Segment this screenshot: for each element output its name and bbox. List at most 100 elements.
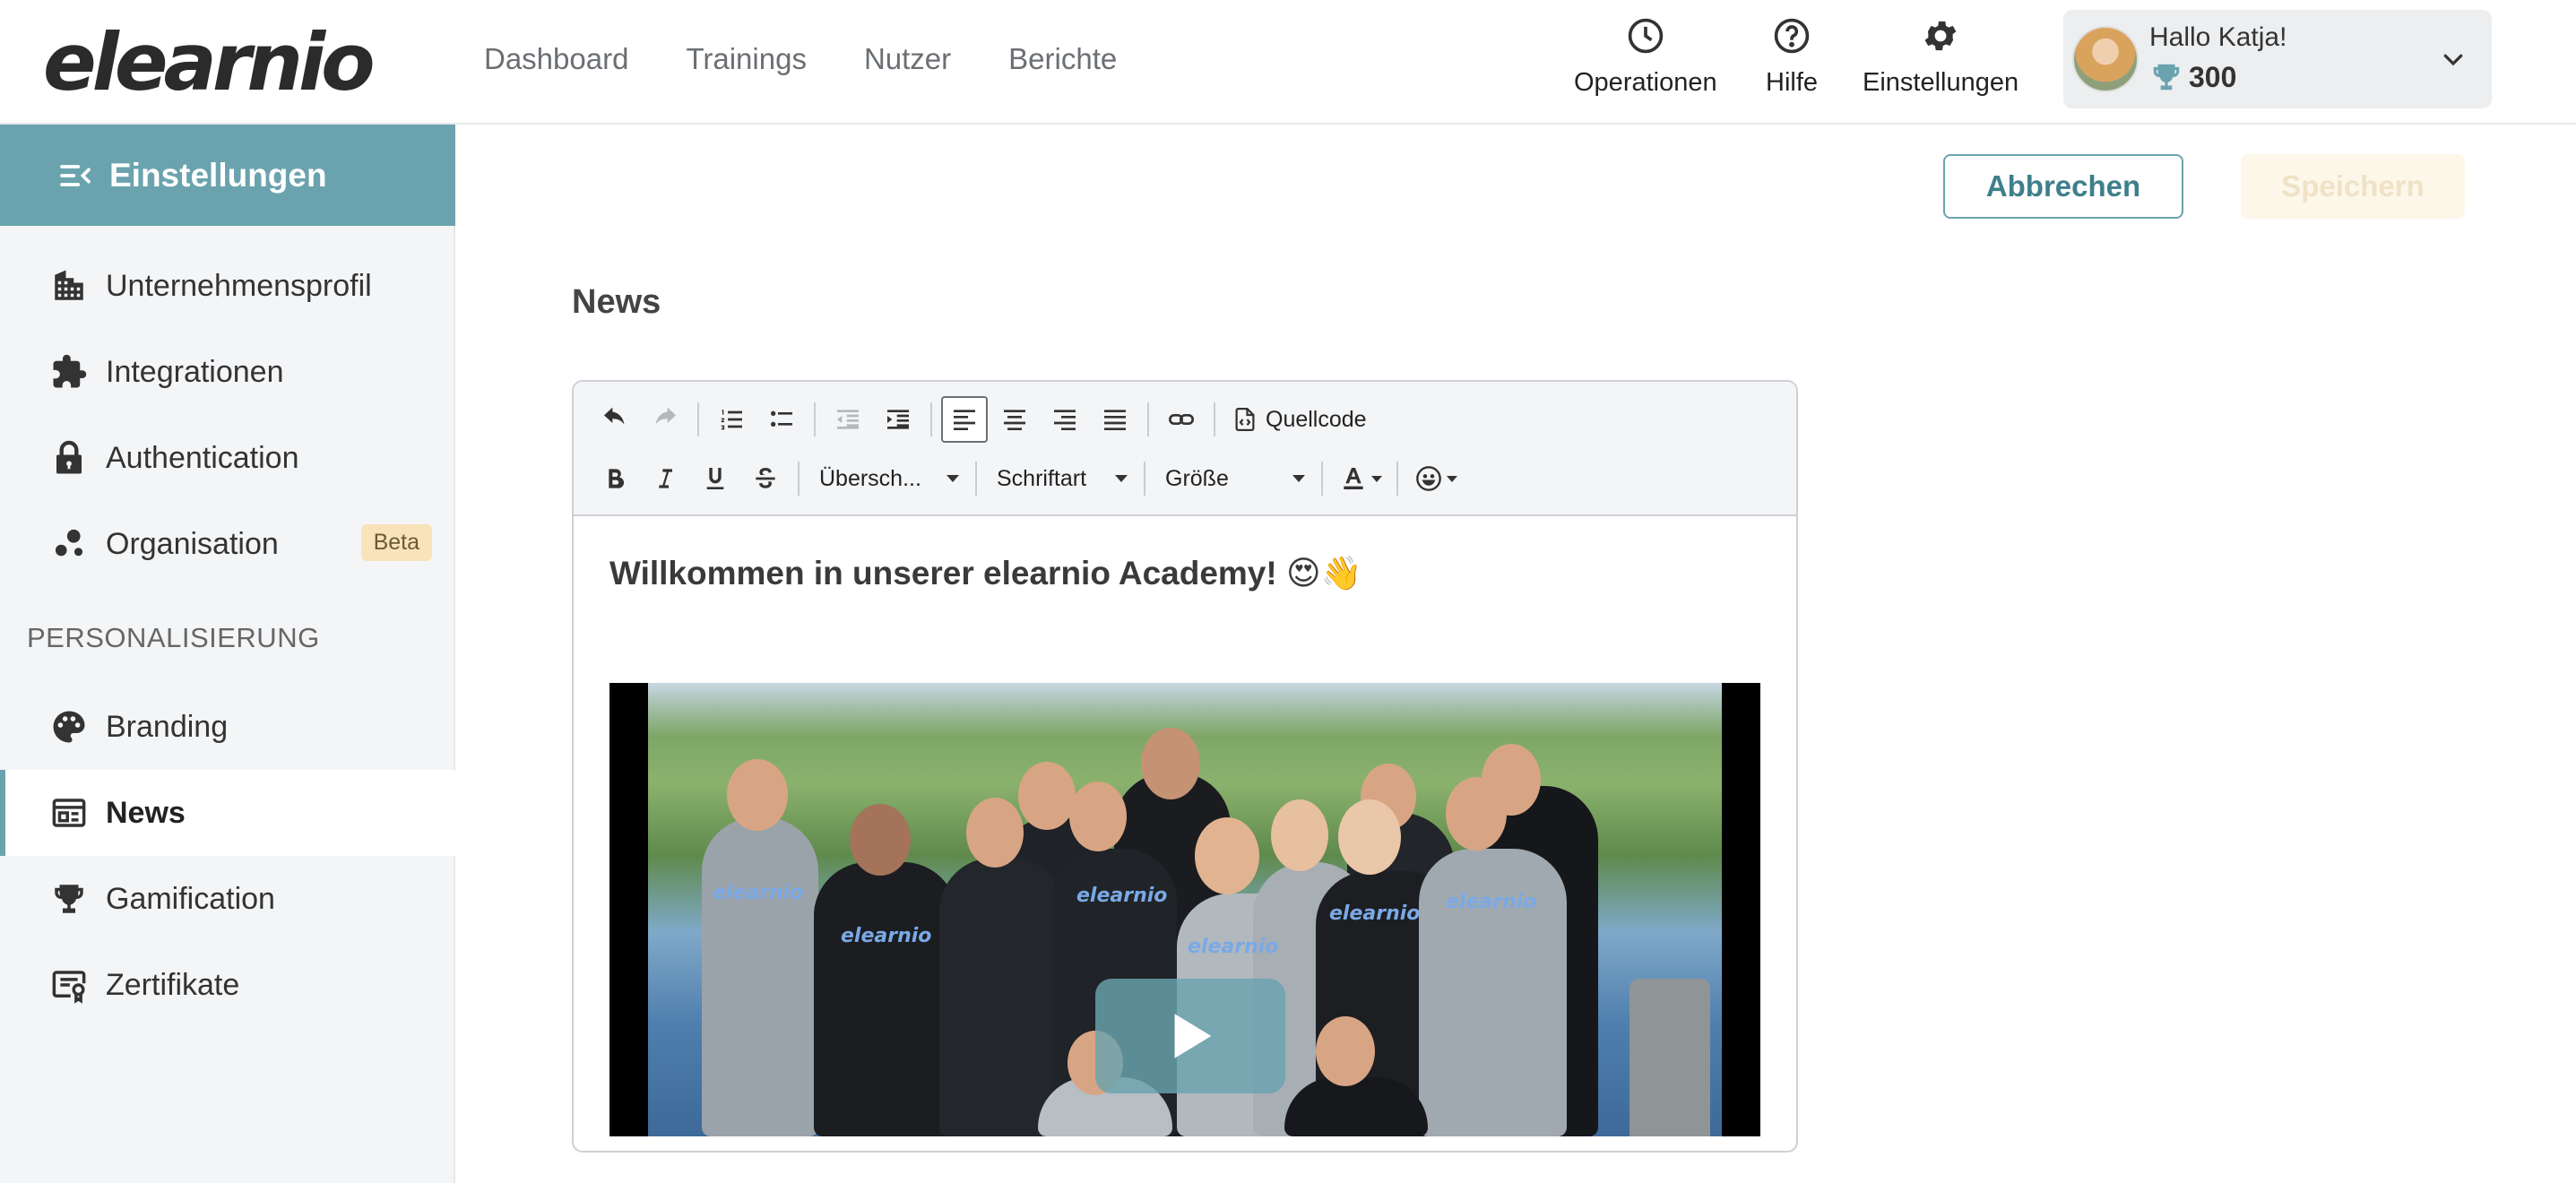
nav-berichte[interactable]: Berichte <box>1008 38 1117 81</box>
sidebar-item-label: Authentication <box>106 440 299 475</box>
indent-button[interactable] <box>875 396 921 443</box>
align-justify-button[interactable] <box>1092 396 1138 443</box>
person-head <box>850 804 911 876</box>
italic-icon <box>659 469 672 488</box>
emoji-button[interactable] <box>1407 455 1463 502</box>
align-justify-icon <box>1104 410 1126 430</box>
sidebar-item-news[interactable]: News <box>0 770 455 856</box>
caret-down-icon <box>1292 475 1305 482</box>
ordered-list-button[interactable] <box>708 396 755 443</box>
outdent-button[interactable] <box>825 396 871 443</box>
puzzle-icon <box>53 354 87 388</box>
person-head <box>1195 817 1259 894</box>
sidebar-item-gamification[interactable]: Gamification <box>0 856 455 942</box>
gear-icon <box>1924 21 1957 51</box>
trophy-icon <box>55 885 83 913</box>
sidebar-item-organisation[interactable]: Organisation Beta <box>0 501 455 587</box>
person-head <box>727 759 788 831</box>
font-family-select-value: Schriftart <box>997 465 1087 491</box>
text-color-button[interactable] <box>1332 455 1387 502</box>
toolbar-separator <box>1321 462 1323 496</box>
sidebar-item-integrationen[interactable]: Integrationen <box>0 329 455 415</box>
sidebar-item-label: Organisation <box>106 526 279 561</box>
beta-badge: Beta <box>360 524 432 561</box>
underline-button[interactable] <box>692 455 739 502</box>
link-icon <box>1169 414 1194 425</box>
sidebar-item-unternehmensprofil[interactable]: Unternehmensprofil <box>0 243 455 329</box>
collapse-menu-icon <box>60 164 91 186</box>
indent-icon <box>887 410 909 429</box>
sidebar-header[interactable]: Einstellungen <box>0 125 455 226</box>
redo-icon <box>655 407 676 425</box>
avatar <box>2072 26 2139 92</box>
sidebar-item-label: Integrationen <box>106 354 284 389</box>
settings-button[interactable]: Einstellungen <box>1863 16 2018 99</box>
clock-icon <box>1628 18 1664 54</box>
toolbar-separator <box>798 462 800 496</box>
bold-button[interactable] <box>592 455 638 502</box>
align-center-button[interactable] <box>991 396 1038 443</box>
source-code-label: Quellcode <box>1266 406 1367 432</box>
toolbar-row-2: Übersch... Schriftart Größe <box>592 453 1466 504</box>
person <box>814 862 957 1136</box>
align-left-button[interactable] <box>941 396 988 443</box>
photo-sky <box>648 683 1722 737</box>
cancel-button[interactable]: Abbrechen <box>1943 154 2183 219</box>
sidebar-item-authentication[interactable]: Authentication <box>0 415 455 501</box>
text-color-icon <box>1344 468 1363 489</box>
toolbar-separator <box>814 402 816 436</box>
palette-icon <box>53 711 85 743</box>
font-family-select[interactable]: Schriftart <box>986 466 1138 492</box>
link-button[interactable] <box>1158 396 1205 443</box>
page-title: News <box>572 283 661 321</box>
emoji-icon <box>1416 466 1441 491</box>
embedded-video[interactable]: elearnio elearnio elearnio elearnio elea… <box>609 683 1760 1136</box>
source-code-button[interactable]: Quellcode <box>1224 406 1374 433</box>
shirt-logo: elearnio <box>1329 902 1421 925</box>
certificate-icon <box>52 971 86 1004</box>
undo-button[interactable] <box>592 396 638 443</box>
chevron-down-icon[interactable] <box>2440 46 2467 73</box>
help-button[interactable]: Hilfe <box>1766 16 1818 99</box>
person <box>702 817 818 1136</box>
person-head <box>966 798 1024 868</box>
bold-icon <box>609 469 625 488</box>
nav-trainings[interactable]: Trainings <box>686 38 807 81</box>
play-button[interactable] <box>1095 979 1285 1093</box>
nav-dashboard[interactable]: Dashboard <box>484 38 628 81</box>
heading-select[interactable]: Übersch... <box>808 466 970 492</box>
sidebar-item-label: Gamification <box>106 881 275 916</box>
settings-label: Einstellungen <box>1863 68 2019 97</box>
logo[interactable]: elearnio <box>43 18 376 108</box>
source-code-icon <box>1235 408 1255 431</box>
toolbar-separator <box>697 402 699 436</box>
sidebar-item-label: Zertifikate <box>106 967 240 1002</box>
italic-button[interactable] <box>642 455 688 502</box>
toolbar-separator <box>1144 462 1145 496</box>
align-right-button[interactable] <box>1042 396 1088 443</box>
shirt-logo: elearnio <box>841 925 932 947</box>
lock-icon <box>56 440 82 474</box>
save-button[interactable]: Speichern <box>2241 154 2465 219</box>
redo-button[interactable] <box>642 396 688 443</box>
photo-pier <box>1629 979 1710 1136</box>
news-icon <box>52 799 86 827</box>
font-size-select[interactable]: Größe <box>1154 466 1316 492</box>
bullet-list-icon <box>771 410 792 427</box>
bullet-list-button[interactable] <box>758 396 805 443</box>
sidebar-item-zertifikate[interactable]: Zertifikate <box>0 942 455 1028</box>
user-greeting: Hallo Katja! <box>2149 22 2287 52</box>
underline-icon <box>706 468 724 489</box>
user-points: 300 <box>2149 60 2236 94</box>
strikethrough-button[interactable] <box>742 455 789 502</box>
toolbar-row-1: Quellcode <box>592 394 1374 445</box>
trophy-icon <box>2153 64 2180 91</box>
font-size-select-value: Größe <box>1165 465 1229 491</box>
sidebar-item-branding[interactable]: Branding <box>0 684 455 770</box>
nav-nutzer[interactable]: Nutzer <box>864 38 951 81</box>
operations-button[interactable]: Operationen <box>1574 16 1717 99</box>
align-left-icon <box>954 410 975 430</box>
editor-toolbar: Quellcode Übersch... Schriftart Größe <box>574 382 1796 516</box>
user-menu[interactable]: Hallo Katja! 300 <box>2063 10 2492 108</box>
editor-heading-text[interactable]: Willkommen in unserer elearnio Academy! … <box>609 554 1362 593</box>
